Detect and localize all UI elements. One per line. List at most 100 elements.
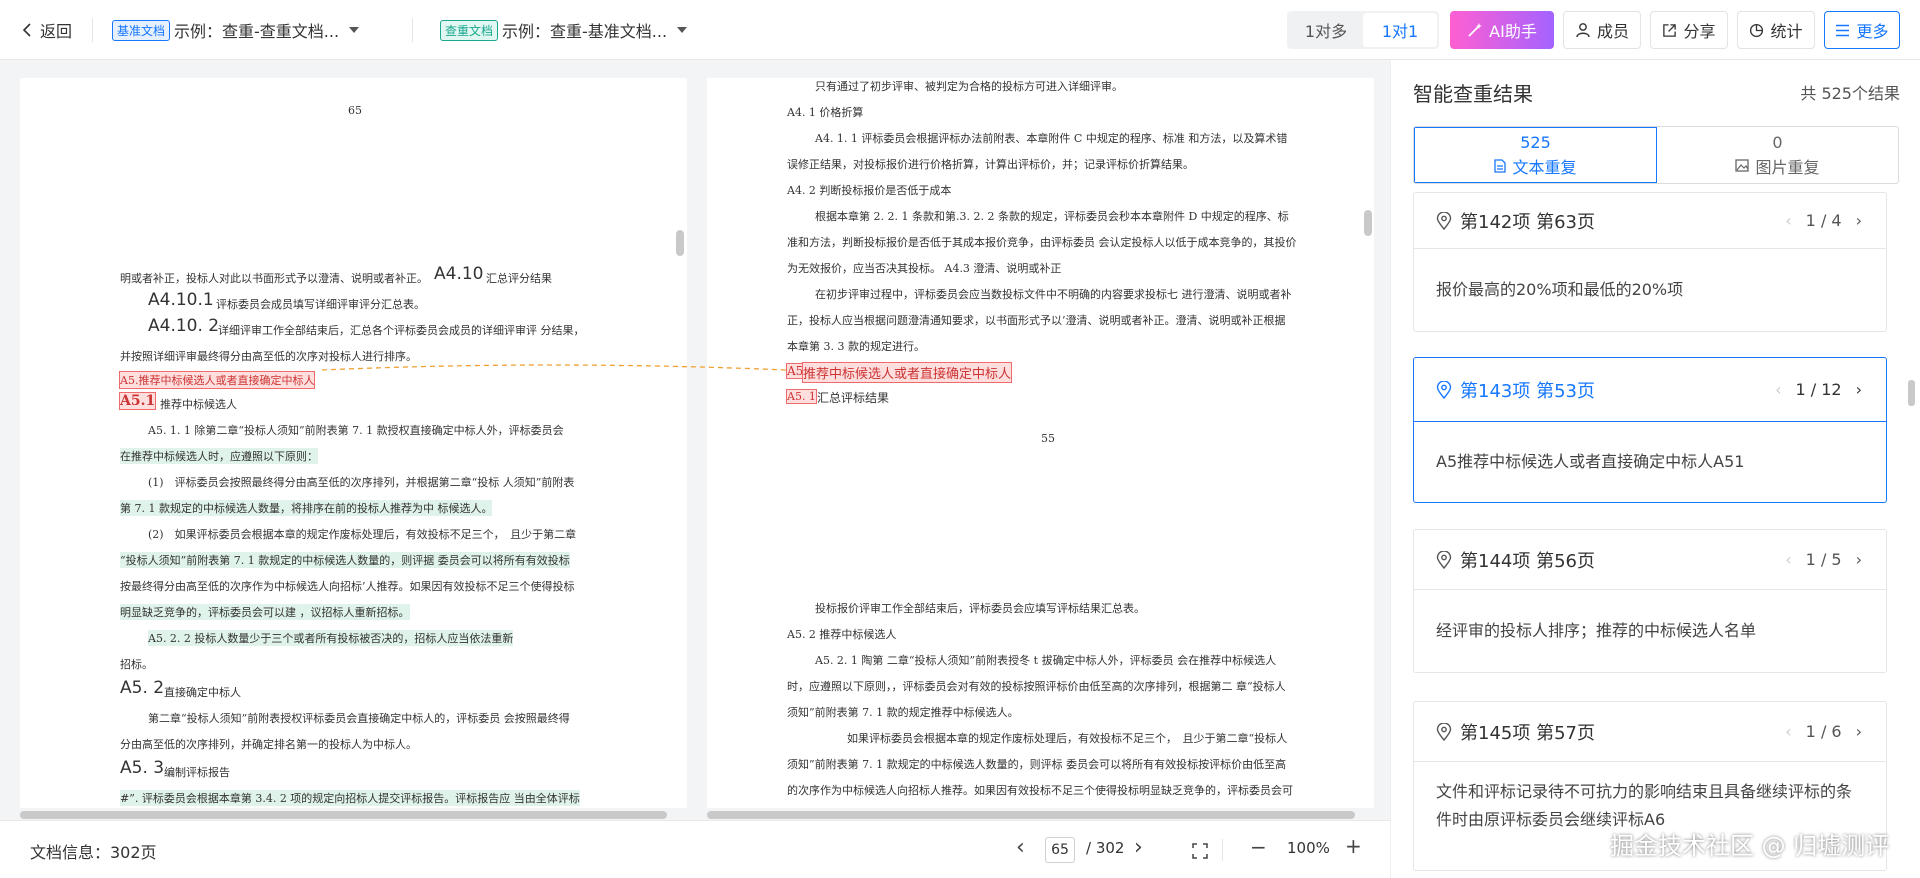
doc-line: 评标委员会成员填写详细评审评分汇总表。 (216, 298, 425, 311)
doc-line: 如果评标委员会根据本章的规定作废标处理后，有效投标不足三个， 且少于第二章“投标… (847, 732, 1288, 745)
magic-wand-icon (1468, 23, 1483, 37)
pie-chart-icon (1750, 23, 1764, 37)
tab-count: 0 (1772, 132, 1783, 152)
back-button[interactable]: 返回 (22, 16, 72, 44)
doc-line: “投标人须知”前附表第 7. 1 款规定的中标候选人数量的，则评据 委员会可以将… (120, 552, 570, 568)
base-document-page[interactable]: 65 明或者补正，投标人对此以书面形式予以澄清、说明或者补正。 A4.10 汇总… (20, 78, 687, 808)
location-pin-icon (1436, 550, 1452, 569)
more-button[interactable]: 更多 (1824, 11, 1900, 49)
chevron-right-icon[interactable]: › (1856, 550, 1862, 569)
zoom-out-button[interactable]: − (1250, 835, 1267, 859)
duplicate-highlight[interactable]: A5. 1 (786, 389, 817, 404)
location-pin-icon (1436, 211, 1452, 230)
doc-heading: A5. 2 (120, 678, 165, 698)
doc-line: 第 7. 1 款规定的中标候选人数量，将排序在前的投标人推荐为中 标候选人。 (120, 500, 493, 516)
doc-line: 时，应遵照以下原则，，评标委员会对有效的投标按照评标价由低至高的次序排列，根据第… (787, 680, 1286, 693)
chevron-left-icon[interactable]: ‹ (1775, 380, 1781, 399)
left-horizontal-scrollbar[interactable] (20, 811, 667, 819)
fullscreen-icon[interactable] (1192, 843, 1208, 859)
next-page-button[interactable]: › (1134, 835, 1143, 860)
doc-line: 按最终得分由高至低的次序作为中标候选人向招标’人推荐。如果因有效投标不足三个使得… (120, 580, 575, 593)
doc-line: 明显缺乏竞争的，评标委员会可以建 ，议招标人重新招标。 (120, 604, 410, 620)
ai-label: AI助手 (1489, 22, 1537, 41)
duplicate-link-line (321, 364, 787, 371)
result-card-selected[interactable]: 第143项 第53页 ‹ 1 / 12 › A5推荐中标候选人或者直接确定中标人… (1413, 357, 1887, 503)
check-doc-selector[interactable]: 查重文档 示例：查重-基准文档... (440, 16, 688, 44)
result-card-text: 报价最高的20%项和最低的20%项 (1436, 280, 1684, 299)
doc-line: 编制评标报告 (164, 766, 230, 779)
duplicate-highlight[interactable]: A5.推荐中标候选人或者直接确定中标人 (118, 371, 316, 389)
base-doc-selector[interactable]: 基准文档 示例：查重-查重文档... (112, 16, 360, 44)
caret-down-icon (349, 27, 360, 33)
check-document-page[interactable]: 只有通过了初步评审、被判定为合格的投标方可进入详细评审。 A4. 1 价格折算 … (707, 78, 1374, 808)
doc-line: 汇总评标结果 (817, 391, 890, 405)
doc-line: A4. 1 价格折算 (787, 106, 864, 119)
zoom-in-button[interactable]: + (1345, 834, 1362, 858)
zoom-level: 100% (1287, 839, 1330, 857)
doc-line: 直接确定中标人 (164, 686, 241, 699)
doc-line: A5. 2. 2 投标人数量少于三个或者所有投标被否决的，招标人应当依法重新 (148, 630, 514, 646)
tab-count: 525 (1520, 132, 1551, 152)
tab-image-duplicate[interactable]: 0 图片重复 (1657, 127, 1898, 183)
results-panel: 智能查重结果 共 525个结果 525 文本重复 0 图片重复 第142项 第6… (1390, 60, 1920, 878)
prev-page-button[interactable]: ‹ (1016, 835, 1025, 860)
chevron-right-icon[interactable]: › (1856, 380, 1862, 399)
members-button[interactable]: 成员 (1563, 11, 1641, 49)
duplicate-highlight[interactable]: A5.1 (118, 392, 157, 410)
result-type-tabs: 525 文本重复 0 图片重复 (1413, 126, 1899, 184)
doc-line: 详细评审工作全部结束后，汇总各个评标委员会成员的详细评审评 分结果， (218, 324, 585, 337)
left-vertical-scrollbar[interactable] (676, 230, 684, 256)
ai-assistant-button[interactable]: AI助手 (1450, 11, 1554, 49)
base-doc-tag: 基准文档 (112, 19, 171, 41)
doc-line: 汇总评分结果 (486, 272, 552, 285)
total-pages: / 302 (1086, 839, 1125, 857)
results-scrollbar[interactable] (1908, 380, 1915, 406)
result-card[interactable]: 第142项 第63页 ‹ 1 / 4 › 报价最高的20%项和最低的20%项 (1413, 192, 1887, 332)
doc-line: 误修正结果，对投标报价进行价格折算，计算出评标价，并；记录评标价折算结果。 (787, 158, 1194, 171)
results-title: 智能查重结果 (1413, 82, 1533, 106)
image-icon (1735, 159, 1750, 172)
location-pin-icon (1436, 722, 1452, 741)
result-card-header: 第143项 第53页 ‹ 1 / 12 › (1414, 358, 1886, 422)
share-button[interactable]: 分享 (1650, 11, 1728, 49)
doc-line: A5. 1. 1 除第二章“投标人须知”前附表第 7. 1 款授权直接确定中标人… (148, 424, 564, 437)
doc-line: 分由高至低的次序排列，并确定排名第一的投标人为中标人。 (120, 738, 417, 751)
doc-line: 投标报价评审工作全部结束后，评标委员会应填写评标结果汇总表。 (815, 602, 1145, 615)
result-card[interactable]: 第144项 第56页 ‹ 1 / 5 › 经评审的投标人排序；推荐的中标候选人名… (1413, 529, 1887, 673)
divider (412, 18, 413, 42)
doc-line: (2) 如果评标委员会根据本章的规定作废标处理后，有效投标不足三个， 且少于第二… (148, 528, 577, 541)
chevron-left-icon[interactable]: ‹ (1785, 722, 1791, 741)
doc-line: A4. 1. 1 评标委员会根据评标办法前附表、本章附件 C 中规定的程序、标准… (815, 132, 1288, 145)
back-label: 返回 (40, 22, 73, 41)
chevron-left-icon[interactable]: ‹ (1785, 550, 1791, 569)
result-card-title: 第145项 第57页 (1460, 722, 1595, 744)
stats-button[interactable]: 统计 (1737, 11, 1815, 49)
doc-heading: A4.10.1 (148, 290, 214, 310)
doc-line: 明或者补正，投标人对此以书面形式予以澄清、说明或者补正。 (120, 272, 428, 285)
status-bar: 文档信息：302页 ‹ 65 / 302 › − 100% + (0, 820, 1390, 878)
doc-line: 只有通过了初步评审、被判定为合格的投标方可进入详细评审。 (815, 80, 1123, 93)
mode-one-to-many[interactable]: 1对多 (1289, 13, 1363, 47)
base-doc-name: 示例：查重-查重文档... (174, 22, 340, 41)
tab-label: 图片重复 (1755, 157, 1820, 177)
result-card-header: 第144项 第56页 ‹ 1 / 5 › (1414, 530, 1886, 590)
doc-heading: A4.10 (434, 264, 484, 284)
doc-line: 须知”前附表第 7. 1 款规定的中标候选人数量的，则评标 委员会可以将所有有效… (787, 758, 1287, 771)
check-doc-name: 示例：查重-基准文档... (502, 22, 668, 41)
result-card-text: 文件和评标记录待不可抗力的影响结束且具备继续评标的条件时由原评标委员会继续评标A… (1436, 782, 1853, 829)
doc-line: A5. 2. 1 陶第 二章“投标人须知”前附表授冬 t 拔确定中标人外，评标委… (815, 654, 1277, 667)
page-number: 55 (1041, 432, 1055, 445)
mode-one-to-one[interactable]: 1对1 (1363, 13, 1437, 47)
page-number-input[interactable]: 65 (1045, 837, 1075, 863)
tab-text-duplicate[interactable]: 525 文本重复 (1414, 127, 1657, 183)
doc-line: 准和方法，判断投标报价是否低于其成本报价竞争，由评标委员 会认定投标人以低于成本… (787, 236, 1297, 249)
right-vertical-scrollbar[interactable] (1364, 210, 1372, 236)
right-horizontal-scrollbar[interactable] (707, 811, 1355, 819)
chevron-right-icon[interactable]: › (1856, 722, 1862, 741)
chevron-left-icon[interactable]: ‹ (1785, 211, 1791, 230)
caret-down-icon (677, 27, 688, 33)
chevron-right-icon[interactable]: › (1856, 211, 1862, 230)
document-compare-area: 65 明或者补正，投标人对此以书面形式予以澄清、说明或者补正。 A4.10 汇总… (0, 60, 1390, 820)
duplicate-highlight[interactable]: 推荐中标候选人或者直接确定中标人 (801, 362, 1013, 383)
doc-line: 的次序作为中标候选人向招标人推荐。如果因有效投标不足三个使得投标明显缺乏竞争的，… (787, 784, 1293, 797)
